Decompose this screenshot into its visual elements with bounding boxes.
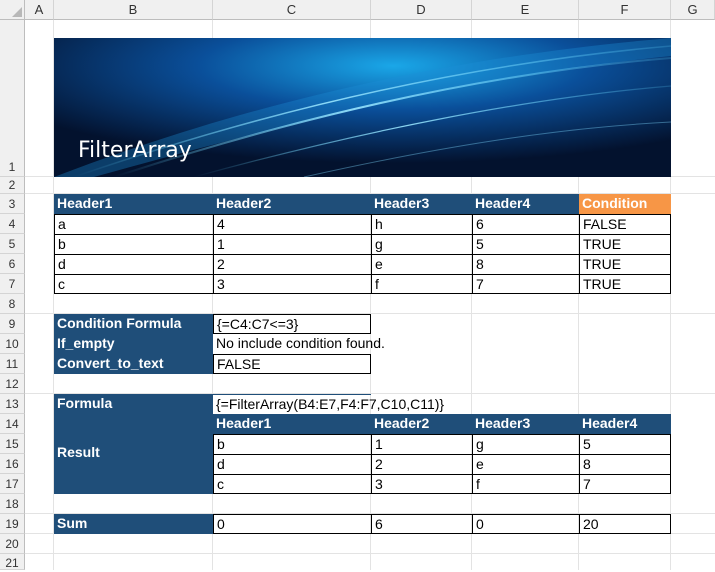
result-label: Result [57,444,100,460]
column-header-g[interactable]: G [671,0,715,20]
table-cell[interactable]: a [54,214,214,235]
sum-cell[interactable]: 6 [371,514,473,534]
table-cell[interactable]: b [54,234,214,255]
result-cell[interactable]: 8 [579,454,671,475]
column-header-b[interactable]: B [54,0,213,20]
table-cell[interactable]: 8 [472,254,580,275]
sum-cell[interactable]: 0 [213,514,372,534]
row-header-15[interactable]: 15 [0,434,25,454]
row-header-17[interactable]: 17 [0,474,25,494]
table-header-condition[interactable]: Condition [579,194,671,214]
column-header-a[interactable]: A [25,0,54,20]
formula-label[interactable]: Formula [54,394,213,414]
row-header-19[interactable]: 19 [0,514,25,534]
row-header-5[interactable]: 5 [0,234,25,254]
result-header-4[interactable]: Header4 [579,414,671,434]
result-cell[interactable]: e [472,454,580,475]
row-header-9[interactable]: 9 [0,314,25,334]
sum-label[interactable]: Sum [54,514,213,534]
table-cell[interactable]: h [371,214,473,235]
row-header-16[interactable]: 16 [0,454,25,474]
result-cell[interactable]: 2 [371,454,473,475]
row-header-18[interactable]: 18 [0,494,25,514]
table-cell[interactable]: 4 [213,214,372,235]
row-header-3[interactable]: 3 [0,194,25,214]
result-header-3[interactable]: Header3 [472,414,579,434]
if-empty-cell[interactable]: No include condition found. [213,334,385,354]
table-header-1[interactable]: Header1 [54,194,213,214]
row-header-2[interactable]: 2 [0,177,25,194]
if-empty-label[interactable]: If_empty [54,334,213,354]
result-cell[interactable]: c [213,474,372,494]
convert-to-text-label[interactable]: Convert_to_text [54,354,213,374]
column-header-e[interactable]: E [472,0,579,20]
row-header-13[interactable]: 13 [0,394,25,414]
result-header-1[interactable]: Header1 [213,414,371,434]
row-header-8[interactable]: 8 [0,294,25,314]
result-header-2[interactable]: Header2 [371,414,472,434]
result-label-block[interactable]: Result [54,414,213,494]
column-header-f[interactable]: F [579,0,671,20]
row-header-7[interactable]: 7 [0,274,25,294]
table-cell[interactable]: 5 [472,234,580,255]
table-cell[interactable]: TRUE [579,234,671,255]
result-cell[interactable]: b [213,434,372,455]
table-cell[interactable]: FALSE [579,214,671,235]
table-cell[interactable]: 1 [213,234,372,255]
table-cell[interactable]: 2 [213,254,372,275]
column-header-d[interactable]: D [371,0,472,20]
result-cell[interactable]: 5 [579,434,671,455]
convert-to-text-cell[interactable]: FALSE [213,354,371,374]
row-header-20[interactable]: 20 [0,534,25,554]
table-cell[interactable]: f [371,274,473,294]
row-header-11[interactable]: 11 [0,354,25,374]
banner-title: FilterArray [78,138,192,163]
formula-cell[interactable]: {=FilterArray(B4:E7,F4:F7,C10,C11)} [213,394,444,414]
row-header-6[interactable]: 6 [0,254,25,274]
table-header-3[interactable]: Header3 [371,194,472,214]
result-cell[interactable]: d [213,454,372,475]
row-header-10[interactable]: 10 [0,334,25,354]
condition-formula-cell[interactable]: {=C4:C7<=3} [213,314,371,334]
row-header-12[interactable]: 12 [0,374,25,394]
column-header-c[interactable]: C [213,0,371,20]
result-cell[interactable]: g [472,434,580,455]
table-cell[interactable]: TRUE [579,274,671,294]
result-cell[interactable]: 7 [579,474,671,494]
table-cell[interactable]: e [371,254,473,275]
banner-image: FilterArray [54,38,671,177]
sum-cell[interactable]: 20 [579,514,671,534]
table-cell[interactable]: d [54,254,214,275]
condition-formula-label[interactable]: Condition Formula [54,314,213,334]
table-cell[interactable]: 6 [472,214,580,235]
sum-cell[interactable]: 0 [472,514,580,534]
row-header-1[interactable]: 1 [0,20,25,177]
result-cell[interactable]: 1 [371,434,473,455]
table-header-2[interactable]: Header2 [213,194,371,214]
table-cell[interactable]: c [54,274,214,294]
row-header-4[interactable]: 4 [0,214,25,234]
row-header-14[interactable]: 14 [0,414,25,434]
row-header-21[interactable]: 21 [0,554,25,570]
select-all-corner[interactable] [0,0,25,20]
table-header-4[interactable]: Header4 [472,194,579,214]
result-cell[interactable]: 3 [371,474,473,494]
table-cell[interactable]: TRUE [579,254,671,275]
table-cell[interactable]: g [371,234,473,255]
table-cell[interactable]: 3 [213,274,372,294]
table-cell[interactable]: 7 [472,274,580,294]
result-cell[interactable]: f [472,474,580,494]
